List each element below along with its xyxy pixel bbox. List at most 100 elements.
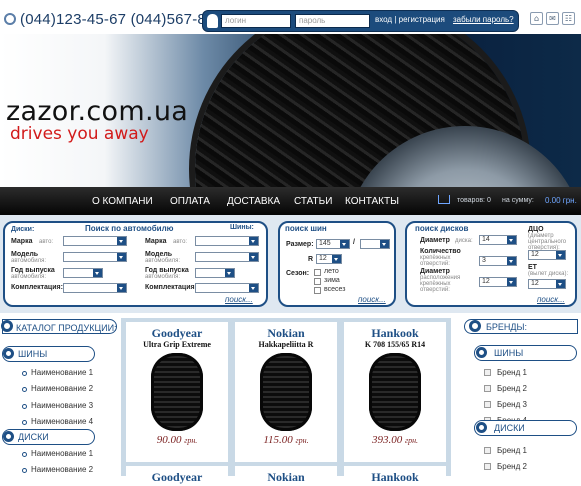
equipment-label: Комплектация: (11, 284, 63, 291)
tire-make-select[interactable] (195, 236, 259, 246)
tire-image[interactable] (369, 353, 421, 431)
diameter-label: Диаметр (420, 237, 450, 244)
nav-about[interactable]: О КОМПАНИ (92, 196, 153, 207)
pcd-select[interactable]: 12 (479, 277, 517, 287)
nav-articles[interactable]: СТАТЬИ (294, 196, 332, 207)
bullet-icon (22, 468, 27, 473)
brand-checkbox[interactable] (484, 401, 491, 408)
catalog-disk-item[interactable]: Наименование 2 (31, 465, 93, 474)
product-card[interactable]: Nokian Hakkapeliitta R 115.00 грн. (235, 322, 337, 462)
brand-item[interactable]: Бренд 2 (497, 384, 527, 393)
make-label: Марка (11, 238, 33, 245)
product-card[interactable]: Goodyear Ultra Grip Extreme 90.00 грн. (126, 322, 228, 462)
product-brand[interactable]: Hankook (344, 326, 446, 341)
site-logo[interactable]: zazor.com.ua (6, 96, 188, 127)
brands-disks-label[interactable]: ДИСКИ (494, 423, 525, 433)
login-input[interactable]: логин (221, 14, 291, 28)
disk-make-select[interactable] (63, 236, 127, 246)
password-input[interactable]: пароль (295, 14, 370, 28)
catalog-tire-item[interactable]: Наименование 3 (31, 401, 93, 410)
product-brand[interactable]: Nokian (235, 326, 337, 341)
brands-tires-label[interactable]: ШИНЫ (494, 348, 523, 358)
login-register-link[interactable]: вход | регистрация (375, 15, 445, 24)
catalog-tire-item[interactable]: Наименование 1 (31, 368, 93, 377)
disk-year-select[interactable] (63, 268, 103, 278)
search-tires-link[interactable]: поиск... (358, 295, 386, 304)
catalog-tire-item[interactable]: Наименование 2 (31, 384, 93, 393)
bolt-count-sub: крепёжных отверстий: (420, 255, 451, 267)
brands-tires-pill[interactable] (474, 345, 577, 361)
bolt-count-select[interactable]: 3 (479, 256, 517, 266)
product-brand[interactable]: Goodyear (126, 470, 228, 485)
brand-checkbox[interactable] (484, 463, 491, 470)
catalog-disk-item[interactable]: Наименование 1 (31, 449, 93, 458)
nav-payment[interactable]: ОПЛАТА (170, 196, 210, 207)
disk-equipment-select[interactable] (63, 283, 127, 293)
tire-width-select[interactable]: 145 (316, 239, 350, 249)
brand-checkbox[interactable] (484, 369, 491, 376)
catalog-tire-item[interactable]: Наименование 4 (31, 417, 93, 426)
brands-disks-pill[interactable] (474, 420, 577, 436)
product-model[interactable]: Ultra Grip Extreme (126, 340, 228, 349)
chevron-down-icon (249, 237, 258, 245)
tire-image[interactable] (260, 353, 312, 431)
season-summer-checkbox[interactable] (314, 269, 321, 276)
tire-model-select[interactable] (195, 252, 259, 262)
disk-diameter-select[interactable]: 14 (479, 235, 517, 245)
tire-width-value: 145 (319, 240, 331, 247)
season-all-checkbox[interactable] (314, 287, 321, 294)
brand-item[interactable]: Бренд 3 (497, 400, 527, 409)
brand-checkbox[interactable] (484, 385, 491, 392)
catalog-tires-pill[interactable] (2, 346, 95, 362)
nav-contacts[interactable]: КОНТАКТЫ (345, 196, 399, 207)
size-slash: / (353, 239, 355, 246)
sitemap-icon[interactable]: ☷ (562, 12, 575, 25)
brand-item[interactable]: Бренд 1 (497, 368, 527, 377)
mail-icon[interactable]: ✉ (546, 12, 559, 25)
cart-sum-label: на сумму: (502, 197, 534, 204)
product-card[interactable]: Hankook (344, 466, 446, 486)
brand-item[interactable]: Бренд 2 (497, 462, 527, 471)
forgot-password-link[interactable]: забыли пароль? (453, 15, 514, 24)
catalog-disks-label[interactable]: ДИСКИ (18, 432, 49, 442)
tire-profile-select[interactable] (360, 239, 390, 249)
chevron-down-icon (507, 236, 516, 244)
tire-year-select[interactable] (195, 268, 235, 278)
disks-label: Диски: (11, 226, 35, 233)
catalog-tires-label[interactable]: ШИНЫ (18, 349, 47, 359)
bullet-icon (22, 387, 27, 392)
brands-icon (469, 320, 481, 332)
search-car-link[interactable]: поиск... (225, 295, 253, 304)
price-value: 393.00 (371, 434, 403, 446)
tire-equipment-select[interactable] (195, 283, 259, 293)
main-nav: О КОМПАНИ ОПЛАТА ДОСТАВКА СТАТЬИ КОНТАКТ… (0, 187, 581, 215)
et-select[interactable]: 12 (528, 279, 566, 289)
product-brand[interactable]: Nokian (235, 470, 337, 485)
home-icon[interactable]: ⌂ (530, 12, 543, 25)
tire-image[interactable] (151, 353, 203, 431)
dco-select[interactable]: 12 (528, 250, 566, 260)
brand-checkbox[interactable] (484, 447, 491, 454)
product-brand[interactable]: Goodyear (126, 326, 228, 341)
price-currency: грн. (404, 436, 419, 445)
product-card[interactable]: Nokian (235, 466, 337, 486)
product-card[interactable]: Goodyear (126, 466, 228, 486)
phone-icon (4, 13, 16, 25)
tire-make-label: Марка (145, 238, 167, 245)
product-brand[interactable]: Hankook (344, 470, 446, 485)
size-label: Размер: (286, 241, 314, 248)
product-model[interactable]: Hakkapeliitta R (235, 340, 337, 349)
search-disks-link[interactable]: поиск... (537, 295, 565, 304)
brand-item[interactable]: Бренд 1 (497, 446, 527, 455)
make-sub: авто: (39, 239, 54, 245)
r-label: R (308, 256, 314, 263)
season-winter-checkbox[interactable] (314, 278, 321, 285)
disk-model-select[interactable] (63, 252, 127, 262)
product-model[interactable]: K 708 155/65 R14 (344, 340, 446, 349)
cart-icon[interactable] (438, 195, 450, 204)
nav-delivery[interactable]: ДОСТАВКА (227, 196, 280, 207)
bolt-count-label: Количество (420, 248, 461, 255)
year-label: Год выпуска (11, 267, 55, 274)
tire-radius-select[interactable]: 12 (316, 254, 342, 264)
product-card[interactable]: Hankook K 708 155/65 R14 393.00 грн. (344, 322, 446, 462)
